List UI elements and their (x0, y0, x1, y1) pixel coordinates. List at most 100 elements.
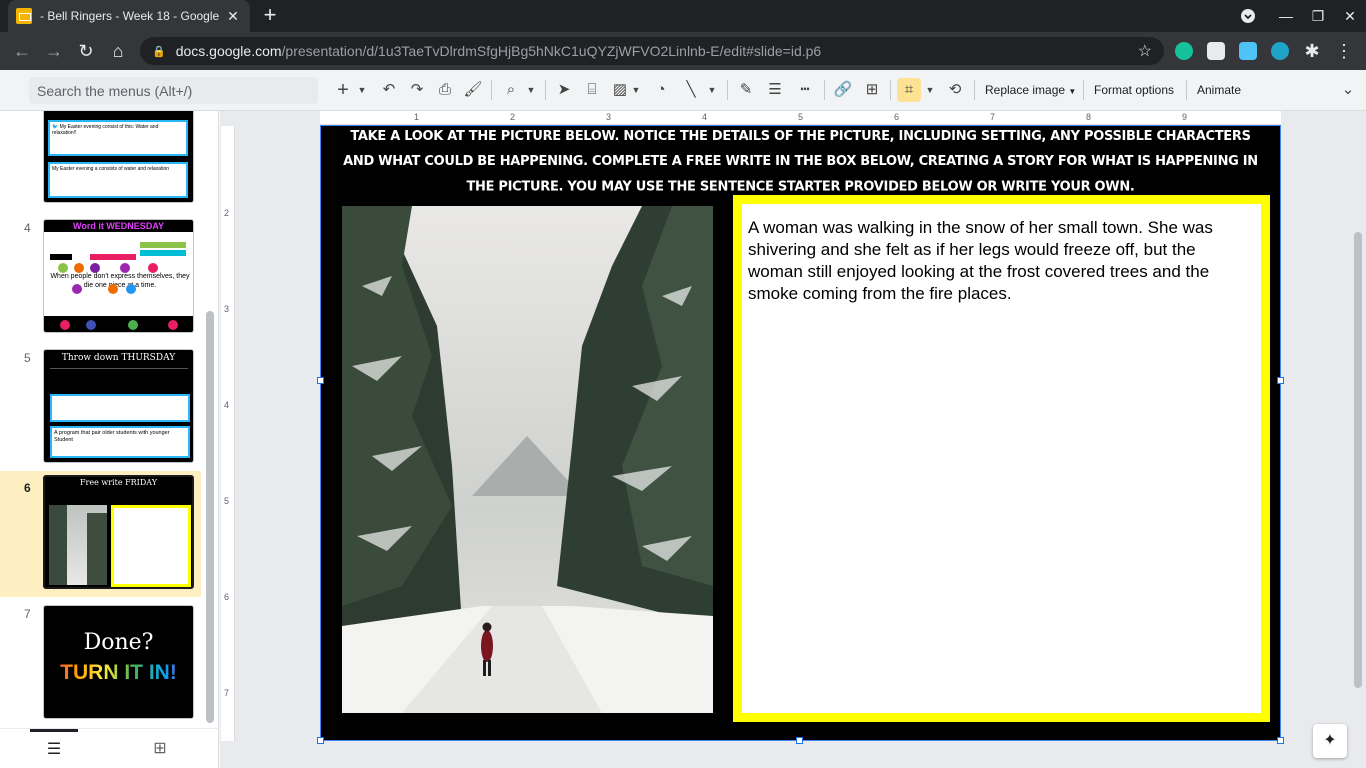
slide6-title: Free write FRIDAY (80, 478, 157, 487)
resize-handle-left[interactable] (317, 377, 324, 384)
url-path: /presentation/d/1u3TaeTvDlrdmSfgHjBg5hNk… (281, 43, 822, 59)
border-color-icon[interactable]: ✎ (735, 78, 757, 102)
toolbar-separator (545, 80, 546, 100)
browser-tab[interactable]: - Bell Ringers - Week 18 - Google ✕ (8, 0, 250, 32)
replace-image-label: Replace image (985, 83, 1066, 97)
resize-handle-right[interactable] (1277, 377, 1284, 384)
restore-icon[interactable]: ❐ (1302, 0, 1334, 32)
filmstrip-view-icon[interactable]: ☰ (30, 729, 78, 768)
current-slide[interactable]: TAKE A LOOK AT THE PICTURE BELOW. NOTICE… (321, 126, 1280, 740)
ruler-label: 5 (224, 496, 230, 506)
back-icon[interactable]: ← (9, 39, 35, 63)
ruler-label: 1 (414, 112, 420, 122)
filmstrip-slide-7[interactable]: 7 Done? TURN IT IN! (0, 601, 201, 727)
new-slide-icon[interactable]: + (331, 78, 355, 102)
url-input[interactable]: 🔒 docs.google.com /presentation/d/1u3Tae… (140, 37, 1164, 65)
resize-handle-bottom[interactable] (796, 737, 803, 744)
canvas-scrollbar[interactable] (1354, 232, 1362, 688)
toolbar-separator (890, 80, 891, 100)
toolbar-separator (491, 80, 492, 100)
zoom-dropdown-icon[interactable]: ▼ (524, 78, 538, 102)
image-dropdown-icon[interactable]: ▼ (629, 78, 643, 102)
toolbar-separator (974, 80, 975, 100)
border-weight-icon[interactable]: ☰ (764, 78, 786, 102)
toolbar-separator (1083, 80, 1084, 100)
slide-thumbnail: 🐦 My Easter evening consist of this: Wat… (43, 111, 194, 203)
format-options-button[interactable]: Format options (1094, 78, 1174, 102)
free-write-textbox[interactable]: A woman was walking in the snow of her s… (733, 195, 1270, 722)
close-window-icon[interactable]: ✕ (1334, 0, 1366, 32)
slide3-text-2: My Easter evening a consists of water an… (52, 166, 170, 172)
filmstrip-scrollbar[interactable] (206, 311, 214, 723)
slide6-tree-left (49, 505, 67, 585)
collapse-toolbar-chevron-icon[interactable]: ⌄ (1338, 78, 1358, 102)
slide4-dot (72, 284, 82, 294)
slide-instructions[interactable]: TAKE A LOOK AT THE PICTURE BELOW. NOTICE… (341, 124, 1260, 200)
slide4-tag (140, 242, 186, 248)
slides-toolbar: Search the menus (Alt+/) + ▼ ↶ ↷ ⎙ 🖌 ⌕ ▼… (0, 70, 1366, 111)
paint-format-icon[interactable]: 🖌 (462, 78, 484, 102)
slide-thumbnail: Word it WEDNESDAY When people don't expr… (43, 219, 194, 333)
bookmark-star-icon[interactable]: ☆ (1138, 41, 1152, 61)
select-cursor-icon[interactable]: ➤ (553, 78, 575, 102)
undo-icon[interactable]: ↶ (378, 78, 400, 102)
filmstrip-slide-4[interactable]: 4 Word it WEDNESDAY When people don't ex… (0, 215, 201, 341)
shape-icon[interactable]: ◔ (650, 78, 672, 102)
filmstrip-slide-3[interactable]: 🐦 My Easter evening consist of this: Wat… (0, 111, 201, 205)
insert-link-icon[interactable]: 🔗 (832, 78, 854, 102)
redo-icon[interactable]: ↷ (406, 78, 428, 102)
extension-icon[interactable] (1207, 42, 1225, 60)
grid-view-icon[interactable]: ⊞ (140, 729, 180, 768)
extension-icon[interactable] (1271, 42, 1289, 60)
new-slide-dropdown-icon[interactable]: ▼ (355, 78, 369, 102)
slide-number: 6 (24, 481, 31, 495)
toolbar-separator (1186, 80, 1187, 100)
forward-icon[interactable]: → (41, 39, 67, 63)
reset-image-icon[interactable]: ⟲ (944, 78, 966, 102)
ruler-label: 5 (798, 112, 804, 122)
slide5-instructions (50, 368, 188, 388)
mask-image-dropdown-icon[interactable]: ▼ (923, 78, 937, 102)
reload-icon[interactable]: ↻ (73, 39, 99, 63)
filmstrip-slide-5[interactable]: 5 Throw down THURSDAY A program that pai… (0, 345, 201, 471)
home-icon[interactable]: ⌂ (105, 39, 131, 63)
lock-icon: 🔒 (152, 45, 166, 58)
ruler-label: 7 (224, 688, 230, 698)
filmstrip-slide-6[interactable]: 6 Free write FRIDAY (0, 471, 201, 597)
slide4-label-box (50, 254, 72, 260)
extensions-puzzle-icon[interactable]: ✱ (1299, 39, 1325, 63)
story-text[interactable]: A woman was walking in the snow of her s… (748, 218, 1213, 303)
slide4-dot (128, 320, 138, 330)
slide4-tag (90, 254, 136, 260)
snowy-forest-photo[interactable] (342, 206, 713, 713)
extension-icon[interactable] (1239, 42, 1257, 60)
line-dropdown-icon[interactable]: ▼ (705, 78, 719, 102)
close-tab-icon[interactable]: ✕ (224, 8, 242, 25)
browser-menu-icon[interactable]: ⋮ (1331, 39, 1357, 63)
tab-search-icon[interactable] (1232, 0, 1264, 32)
slide-number: 5 (24, 351, 31, 365)
replace-image-button[interactable]: Replace image ▼ (985, 78, 1076, 102)
zoom-icon[interactable]: ⌕ (500, 78, 522, 102)
crop-icon[interactable]: ⌗ (897, 78, 921, 102)
animate-button[interactable]: Animate (1197, 78, 1241, 102)
search-menus-input[interactable]: Search the menus (Alt+/) (29, 77, 318, 104)
minimize-icon[interactable]: — (1270, 0, 1302, 32)
vertical-ruler[interactable]: 2 3 4 5 6 7 (221, 126, 235, 741)
ruler-label: 2 (224, 208, 230, 218)
resize-handle-bottom-left[interactable] (317, 737, 324, 744)
new-tab-button[interactable]: + (258, 4, 282, 28)
slide3-text-1: My Easter evening consist of this: Water… (52, 124, 159, 136)
grammarly-extension-icon[interactable] (1175, 42, 1193, 60)
resize-handle-bottom-right[interactable] (1277, 737, 1284, 744)
tab-title: - Bell Ringers - Week 18 - Google (40, 9, 220, 23)
explore-icon[interactable]: ✦ (1313, 724, 1347, 758)
print-icon[interactable]: ⎙ (434, 78, 456, 102)
text-box-icon[interactable]: ⌸ (581, 78, 603, 102)
add-comment-icon[interactable]: ⊞ (861, 78, 883, 102)
slide4-sentence: When people don't express themselves, th… (50, 273, 190, 289)
insert-image-icon[interactable]: ▨ (609, 78, 631, 102)
line-icon[interactable]: ╲ (680, 78, 702, 102)
border-dash-icon[interactable]: ┅ (794, 78, 816, 102)
horizontal-ruler[interactable]: 1 2 3 4 5 6 7 8 9 (320, 111, 1281, 125)
